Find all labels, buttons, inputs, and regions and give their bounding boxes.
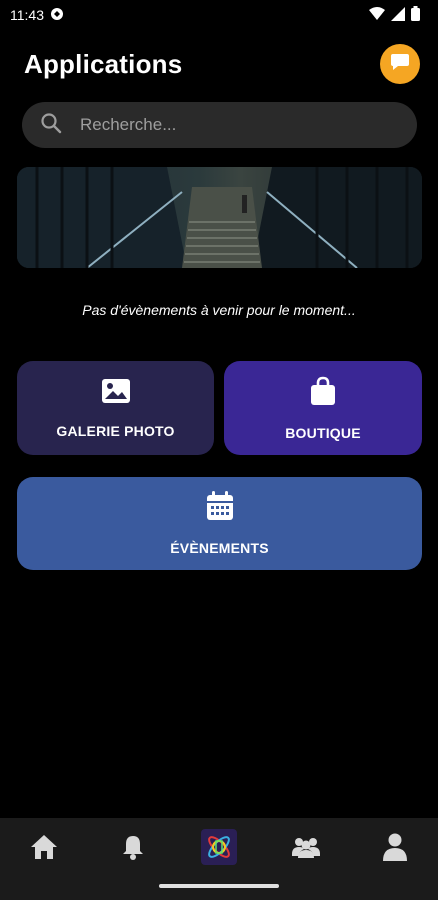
header: Applications	[24, 44, 420, 84]
nav-profile[interactable]	[373, 832, 417, 866]
events-tile[interactable]: ÉVÈNEMENTS	[17, 477, 422, 570]
events-tile-label: ÉVÈNEMENTS	[170, 540, 269, 556]
nav-groups[interactable]	[284, 832, 328, 866]
search-input[interactable]: Recherche...	[80, 115, 176, 135]
home-icon	[30, 834, 58, 865]
chat-bubble-icon	[390, 53, 410, 76]
page-title: Applications	[24, 48, 183, 79]
home-indicator[interactable]	[159, 884, 279, 888]
notification-icon	[50, 7, 64, 24]
gallery-tile-label: GALERIE PHOTO	[56, 422, 175, 439]
banner-image[interactable]	[17, 167, 422, 268]
signal-icon	[391, 6, 405, 24]
battery-icon	[411, 6, 420, 24]
shop-tile[interactable]: BOUTIQUE	[224, 361, 422, 455]
group-icon	[291, 836, 321, 863]
search-bar[interactable]: Recherche...	[22, 102, 417, 148]
calendar-icon	[206, 491, 234, 526]
app-logo-icon	[201, 828, 237, 870]
shopping-bag-icon	[309, 376, 337, 411]
shop-tile-label: BOUTIQUE	[285, 424, 361, 441]
chat-button[interactable]	[380, 44, 420, 84]
gallery-tile[interactable]: GALERIE PHOTO	[17, 361, 214, 455]
bell-icon	[122, 834, 144, 865]
nav-notifications[interactable]	[111, 832, 155, 866]
nav-app-logo[interactable]	[197, 828, 241, 866]
status-time: 11:43	[10, 7, 44, 23]
profile-icon	[383, 833, 407, 866]
no-events-message: Pas d'évènements à venir pour le moment.…	[82, 302, 356, 318]
image-icon	[101, 378, 131, 409]
status-bar: 11:43	[0, 0, 438, 30]
nav-home[interactable]	[22, 832, 66, 866]
wifi-icon	[369, 6, 385, 24]
search-icon	[40, 112, 62, 139]
